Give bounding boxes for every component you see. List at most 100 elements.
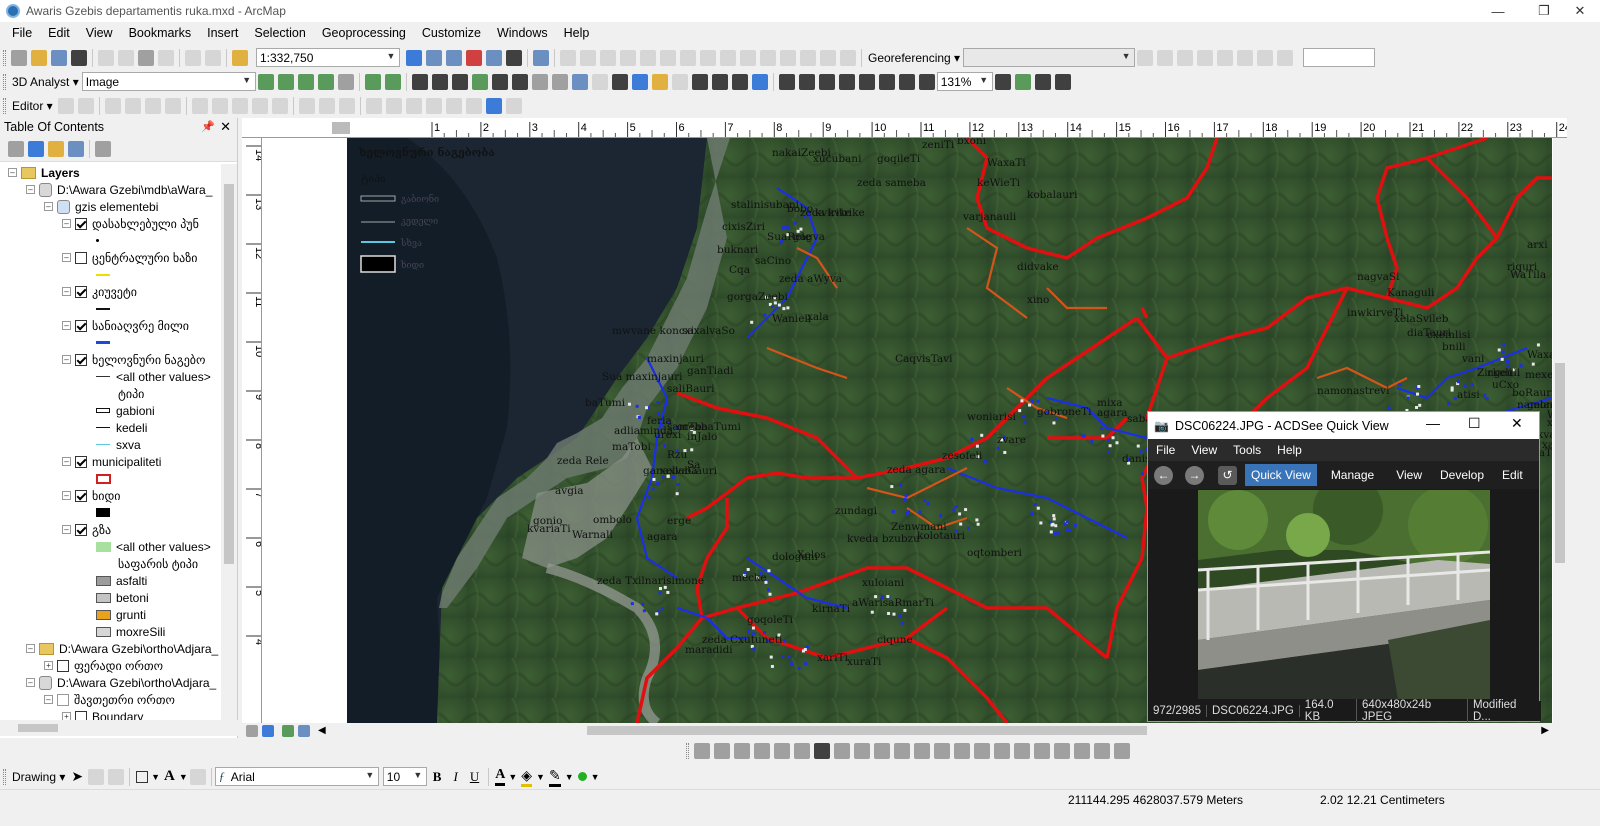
pin-icon[interactable]: 📌: [201, 120, 215, 133]
close-icon[interactable]: ✕: [1560, 0, 1600, 22]
copy-icon[interactable]: [118, 49, 134, 66]
georef-tool-4[interactable]: [1197, 49, 1214, 66]
undo-icon[interactable]: [185, 49, 201, 66]
scroll-right-icon[interactable]: ▶: [1541, 725, 1549, 736]
layout-view-icon[interactable]: [262, 724, 274, 737]
zoom-in-icon[interactable]: [411, 73, 428, 90]
rotate-tool-icon[interactable]: [88, 768, 105, 785]
back-extent-icon[interactable]: [531, 73, 548, 90]
align-right-icon[interactable]: [734, 743, 750, 759]
select-elements-icon[interactable]: [611, 73, 628, 90]
close-icon[interactable]: ✕: [220, 119, 231, 135]
layout-zoom-out-icon[interactable]: [798, 73, 815, 90]
layout-back-icon[interactable]: [918, 73, 935, 90]
text-icon[interactable]: A: [164, 768, 175, 785]
data-view-icon[interactable]: [246, 724, 258, 737]
close-icon[interactable]: ✕: [1511, 415, 1523, 432]
toc-db-3[interactable]: – D:\Awara Gzebi\ortho\Adjara_: [26, 674, 216, 691]
arcscene-icon[interactable]: [384, 73, 401, 90]
menu-customize[interactable]: Customize: [414, 26, 489, 40]
align-top-icon[interactable]: [754, 743, 770, 759]
acdsee-menu-file[interactable]: File: [1148, 443, 1183, 457]
topology-icon-6[interactable]: [660, 49, 676, 66]
georef-control-points-icon[interactable]: [425, 97, 442, 114]
list-by-visibility-icon[interactable]: [48, 140, 64, 157]
arctoolbox-icon[interactable]: [466, 49, 482, 66]
next-arrow-icon[interactable]: →: [1185, 465, 1204, 485]
grid-icon[interactable]: [1094, 743, 1110, 759]
point-icon[interactable]: [164, 97, 181, 114]
topology-icon-14[interactable]: [820, 49, 836, 66]
minimize-icon[interactable]: —: [1426, 415, 1440, 431]
topology-icon-1[interactable]: [560, 49, 576, 66]
distribute-horizontal-icon[interactable]: [814, 743, 830, 759]
rotate-left-icon[interactable]: ↺: [1218, 465, 1237, 485]
fixed-zoom-out-icon[interactable]: [511, 73, 528, 90]
georef-tool-2[interactable]: [1157, 49, 1174, 66]
change-layout-icon[interactable]: [1034, 73, 1051, 90]
toc-layer-structures[interactable]: – ხელოვნური ნაგებო: [62, 351, 205, 368]
zoom-whole-page-icon[interactable]: [838, 73, 855, 90]
ungroup-icon[interactable]: [994, 743, 1010, 759]
forward-extent-icon[interactable]: [551, 73, 568, 90]
zoom-100-icon[interactable]: [858, 73, 875, 90]
python-window-icon[interactable]: [486, 49, 502, 66]
toc-layer-color-ortho[interactable]: + ფერადი ორთო: [44, 657, 163, 674]
group-icon[interactable]: [974, 743, 990, 759]
catalog-icon[interactable]: [446, 49, 462, 66]
pause-icon[interactable]: [298, 724, 310, 737]
topology-icon-10[interactable]: [740, 49, 756, 66]
table-of-contents-icon[interactable]: [426, 49, 442, 66]
attributes-icon[interactable]: [298, 97, 315, 114]
layout-fixed-zoom-in-icon[interactable]: [878, 73, 895, 90]
layer-checkbox[interactable]: [75, 523, 87, 536]
toc-horizontal-scrollbar[interactable]: [0, 720, 238, 736]
rotate-icon[interactable]: [271, 97, 288, 114]
line-of-sight-icon[interactable]: [297, 73, 314, 90]
measure-icon[interactable]: [691, 73, 708, 90]
zoom-out-icon[interactable]: [431, 73, 448, 90]
toc-layer-road[interactable]: – გზა: [62, 521, 111, 538]
georef-tool-8[interactable]: [1277, 49, 1294, 66]
menu-help[interactable]: Help: [556, 26, 598, 40]
fixed-zoom-in-icon[interactable]: [491, 73, 508, 90]
make-same-width-icon[interactable]: [874, 743, 890, 759]
menu-insert[interactable]: Insert: [199, 26, 246, 40]
toc-options-icon[interactable]: [95, 140, 111, 157]
make-same-size-icon[interactable]: [854, 743, 870, 759]
layer-select-combo[interactable]: Image ▼: [81, 72, 256, 91]
refresh-icon[interactable]: [282, 724, 294, 737]
toggle-draft-mode-icon[interactable]: [994, 73, 1011, 90]
topology-icon-8[interactable]: [700, 49, 716, 66]
georef-shift-icon[interactable]: [385, 97, 402, 114]
text-dropdown-icon[interactable]: ▼: [179, 772, 188, 782]
toc-layer-bridge[interactable]: – ხიდი: [62, 487, 121, 504]
topology-icon-2[interactable]: [580, 49, 596, 66]
select-arrow-icon[interactable]: ➤: [71, 768, 83, 785]
menu-view[interactable]: View: [78, 26, 121, 40]
layer-checkbox[interactable]: [75, 251, 87, 264]
toc-layer-drainpipe[interactable]: – სანიაღვრე მილი: [62, 317, 189, 334]
layout-zoom-in-icon[interactable]: [778, 73, 795, 90]
topology-icon-12[interactable]: [780, 49, 796, 66]
paste-icon[interactable]: [138, 49, 154, 66]
editor-menu[interactable]: Editor ▾: [9, 99, 56, 113]
toc-db-1[interactable]: – D:\Awara Gzebi\mdb\aWara_: [26, 181, 212, 198]
line-color-icon[interactable]: ✎: [548, 767, 561, 787]
acdsee-menu-help[interactable]: Help: [1269, 443, 1310, 457]
steepest-path-icon[interactable]: [277, 73, 294, 90]
underline-button[interactable]: U: [470, 769, 479, 785]
layout-pan-icon[interactable]: [818, 73, 835, 90]
toc-layer-ditch[interactable]: – კიუვეტი: [62, 283, 137, 300]
fill-color-icon[interactable]: ◈: [521, 767, 533, 787]
georef-tool-7[interactable]: [1257, 49, 1274, 66]
maximize-icon[interactable]: ☐: [1468, 415, 1481, 432]
topology-icon-11[interactable]: [760, 49, 776, 66]
layer-checkbox[interactable]: [75, 353, 87, 366]
straight-segment-icon[interactable]: [104, 97, 121, 114]
toc-gzis-elementebi[interactable]: – gzis elementebi: [44, 198, 158, 215]
acdsee-menu-view[interactable]: View: [1183, 443, 1225, 457]
trace-icon[interactable]: [144, 97, 161, 114]
pan-hand-icon[interactable]: [451, 73, 468, 90]
redo-icon[interactable]: [205, 49, 221, 66]
